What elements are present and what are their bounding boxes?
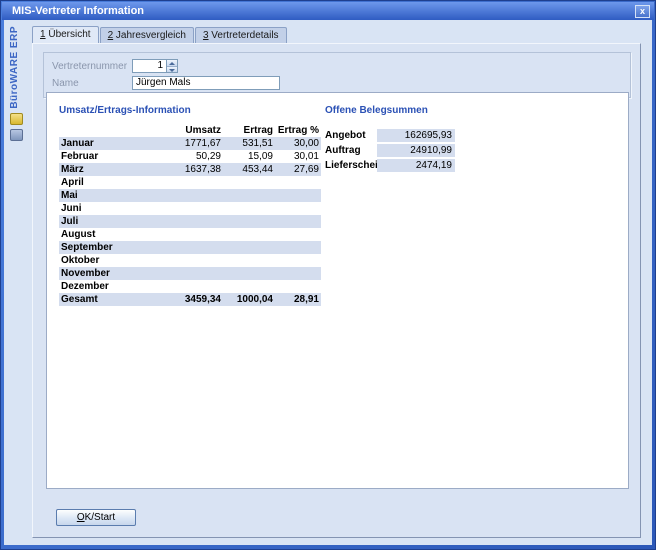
table-row: Juli: [59, 215, 321, 228]
month-cell: November: [59, 268, 151, 279]
belege-value: 24910,99: [377, 144, 455, 157]
table-row: Dezember: [59, 280, 321, 293]
month-cell: September: [59, 242, 151, 253]
ertrag-pct-cell: 30,01: [273, 151, 319, 162]
name-field[interactable]: Jürgen Mals: [132, 76, 280, 90]
tab-jahresvergleich[interactable]: 2 Jahresvergleich: [100, 27, 194, 43]
total-row: Gesamt 3459,34 1000,04 28,91: [59, 293, 321, 306]
table-row: Juni: [59, 202, 321, 215]
month-cell: Februar: [59, 151, 151, 162]
total-label: Gesamt: [59, 294, 151, 305]
total-umsatz: 3459,34: [151, 294, 221, 305]
window-title: MIS-Vertreter Information: [12, 5, 144, 17]
tab-vertreterdetails[interactable]: 3 Vertreterdetails: [195, 27, 287, 43]
vertreternummer-label: Vertreternummer: [52, 61, 132, 72]
belege-value: 2474,19: [377, 159, 455, 172]
ertrag-pct-cell: 27,69: [273, 164, 319, 175]
ertrag-cell: 15,09: [221, 151, 273, 162]
close-icon[interactable]: x: [635, 5, 650, 18]
umsatz-title: Umsatz/Ertrags-Information: [59, 105, 321, 116]
belege-label: Angebot: [325, 130, 377, 141]
belege-title: Offene Belegsummen: [325, 105, 495, 116]
total-ertrag-pct: 28,91: [273, 294, 319, 305]
table-row: August: [59, 228, 321, 241]
vertreternummer-row: Vertreternummer 1: [52, 59, 178, 73]
month-cell: März: [59, 164, 151, 175]
ertrag-cell: 531,51: [221, 138, 273, 149]
tab-panel: Vertreternummer 1 Name Jürgen Mals: [32, 43, 641, 538]
table-row: Januar1771,67531,5130,00: [59, 137, 321, 150]
umsatz-cell: 1771,67: [151, 138, 221, 149]
umsatz-table-body: Januar1771,67531,5130,00Februar50,2915,0…: [59, 137, 321, 293]
belege-section: Offene Belegsummen Angebot162695,93Auftr…: [325, 105, 495, 174]
month-cell: Mai: [59, 190, 151, 201]
ertrag-cell: 453,44: [221, 164, 273, 175]
table-row: Februar50,2915,0930,01: [59, 150, 321, 163]
month-cell: Dezember: [59, 281, 151, 292]
umsatz-section: Umsatz/Ertrags-Information Umsatz Ertrag…: [59, 105, 321, 306]
col-umsatz: Umsatz: [151, 125, 221, 136]
table-row: Oktober: [59, 254, 321, 267]
belege-label: Auftrag: [325, 145, 377, 156]
col-ertrag: Ertrag: [221, 125, 273, 136]
name-row: Name Jürgen Mals: [52, 76, 280, 90]
belege-row: Lieferschein2474,19: [325, 159, 495, 172]
table-row: April: [59, 176, 321, 189]
month-cell: Oktober: [59, 255, 151, 266]
month-cell: Januar: [59, 138, 151, 149]
month-cell: Juni: [59, 203, 151, 214]
belege-row: Angebot162695,93: [325, 129, 495, 142]
brand-strip: BüroWARE ERP: [4, 20, 31, 545]
tab-uebersicht[interactable]: 1 Übersicht: [32, 26, 99, 43]
table-row: Mai: [59, 189, 321, 202]
titlebar: MIS-Vertreter Information x: [2, 2, 654, 20]
month-cell: April: [59, 177, 151, 188]
name-label: Name: [52, 78, 132, 89]
belege-body: Angebot162695,93Auftrag24910,99Liefersch…: [325, 129, 495, 172]
ok-start-button[interactable]: OK/Start: [56, 509, 136, 526]
belege-label: Lieferschein: [325, 160, 377, 171]
month-cell: August: [59, 229, 151, 240]
umsatz-cell: 50,29: [151, 151, 221, 162]
belege-value: 162695,93: [377, 129, 455, 142]
client-area: BüroWARE ERP 1 Übersicht 2 Jahresverglei…: [4, 20, 652, 545]
tab-bar: 1 Übersicht 2 Jahresvergleich 3 Vertrete…: [32, 28, 288, 43]
spinner: [166, 60, 177, 72]
vertreternummer-field[interactable]: 1: [132, 59, 178, 73]
folder-icon[interactable]: [10, 129, 23, 141]
table-header: Umsatz Ertrag Ertrag %: [59, 124, 321, 137]
table-row: März1637,38453,4427,69: [59, 163, 321, 176]
content-panel: Umsatz/Ertrags-Information Umsatz Ertrag…: [46, 92, 629, 489]
spinner-down-icon[interactable]: [167, 67, 177, 73]
ertrag-pct-cell: 30,00: [273, 138, 319, 149]
window: MIS-Vertreter Information x BüroWARE ERP…: [0, 0, 656, 550]
table-row: September: [59, 241, 321, 254]
umsatz-cell: 1637,38: [151, 164, 221, 175]
total-ertrag: 1000,04: [221, 294, 273, 305]
table-row: November: [59, 267, 321, 280]
brand-text: BüroWARE ERP: [9, 26, 20, 109]
belege-row: Auftrag24910,99: [325, 144, 495, 157]
note-icon[interactable]: [10, 113, 23, 125]
col-ertrag-pct: Ertrag %: [273, 125, 319, 136]
month-cell: Juli: [59, 216, 151, 227]
